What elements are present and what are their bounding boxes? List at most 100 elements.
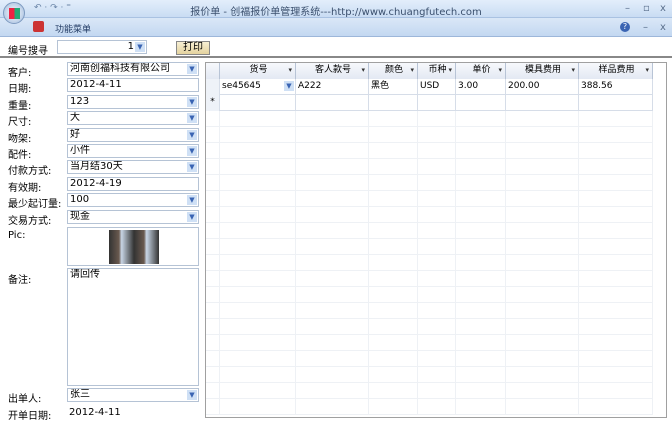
close-button[interactable]: x [660, 3, 666, 14]
empty-cell [506, 367, 579, 383]
empty-cell [579, 399, 653, 415]
table-cell[interactable]: se45645 ▼ [220, 79, 296, 95]
table-cell[interactable]: USD [418, 79, 456, 95]
sort-arrow-icon[interactable]: ▾ [498, 63, 502, 78]
column-title: 客人款号 [314, 65, 351, 75]
form-label: 有效期: [8, 182, 42, 194]
table-cell[interactable]: 388.56 [579, 79, 653, 95]
column-header[interactable]: 货号 ▾ [220, 63, 296, 79]
column-header[interactable]: 颜色 ▾ [369, 63, 418, 79]
help-icon[interactable]: ? [620, 22, 630, 32]
chevron-down-icon[interactable]: ▼ [187, 129, 197, 140]
row-selector[interactable] [206, 79, 220, 95]
notes-field[interactable]: 请回传 [67, 268, 199, 386]
chevron-down-icon[interactable]: ▼ [187, 390, 197, 400]
doc-minimize-button[interactable]: – [643, 22, 648, 33]
empty-cell [579, 239, 653, 255]
empty-row [206, 383, 653, 399]
sort-arrow-icon[interactable]: ▾ [571, 63, 575, 78]
column-title: 颜色 [384, 65, 403, 75]
empty-cell [206, 111, 220, 127]
empty-cell [456, 367, 506, 383]
sort-arrow-icon[interactable]: ▾ [361, 63, 365, 78]
empty-cell [418, 287, 456, 303]
empty-cell [456, 111, 506, 127]
table-cell[interactable] [456, 95, 506, 111]
empty-cell [369, 255, 418, 271]
empty-cell [220, 335, 296, 351]
chevron-down-icon[interactable]: ▼ [187, 96, 197, 107]
chevron-down-icon[interactable]: ▼ [187, 64, 197, 74]
print-button[interactable]: 打印 [176, 41, 210, 55]
ribbon: 功能菜单 ? – x [0, 18, 672, 37]
doc-close-button[interactable]: x [660, 22, 666, 33]
open-date-label: 开单日期: [8, 411, 52, 422]
items-datasheet[interactable]: 货号 ▾ 客人款号 ▾ 颜色 ▾ 币种 ▾ 单价 ▾ 模具费用 ▾ 样品费用 ▾ se45645 ▼ A222 黑… [205, 62, 667, 418]
select-all-cell[interactable] [206, 63, 220, 79]
empty-cell [456, 239, 506, 255]
sort-arrow-icon[interactable]: ▾ [448, 63, 452, 78]
sort-arrow-icon[interactable]: ▾ [645, 63, 649, 78]
empty-cell [220, 191, 296, 207]
empty-cell [418, 319, 456, 335]
empty-cell [220, 255, 296, 271]
column-header[interactable]: 币种 ▾ [418, 63, 456, 79]
new-row[interactable]: * [206, 95, 653, 111]
form-field[interactable]: 现金 ▼ [67, 209, 199, 224]
chevron-down-icon[interactable]: ▼ [187, 162, 197, 173]
search-select[interactable]: 1 ▼ [57, 40, 147, 54]
table-cell[interactable] [296, 95, 369, 111]
form-field[interactable]: 当月结30天 ▼ [67, 160, 199, 175]
empty-cell [369, 143, 418, 159]
empty-cell [206, 287, 220, 303]
table-row[interactable]: se45645 ▼ A222 黑色 USD 3.00 200.00 388.56 [206, 79, 653, 95]
column-header[interactable]: 模具费用 ▾ [506, 63, 579, 79]
table-cell[interactable] [418, 95, 456, 111]
maximize-button[interactable]: ▫ [643, 3, 650, 14]
chevron-down-icon[interactable]: ▼ [187, 211, 197, 222]
form-field[interactable]: 河南创福科技有限公司 ▼ [67, 62, 199, 76]
chevron-down-icon[interactable]: ▼ [187, 113, 197, 124]
empty-cell [579, 271, 653, 287]
search-toolbar: 编号搜寻 1 ▼ [0, 38, 672, 58]
column-header[interactable]: 样品费用 ▾ [579, 63, 653, 79]
form-field[interactable]: 小件 ▼ [67, 144, 199, 158]
form-field[interactable]: 2012-4-19 [67, 176, 199, 191]
empty-cell [456, 255, 506, 271]
empty-cell [296, 367, 369, 383]
pic-box[interactable] [67, 227, 199, 266]
form-field[interactable]: 好 ▼ [67, 127, 199, 142]
table-cell[interactable] [579, 95, 653, 111]
empty-cell [369, 287, 418, 303]
sort-arrow-icon[interactable]: ▾ [288, 63, 292, 78]
form-field[interactable]: 2012-4-11 [67, 78, 199, 93]
chevron-down-icon[interactable]: ▼ [187, 195, 197, 206]
sort-arrow-icon[interactable]: ▾ [410, 63, 414, 78]
minimize-button[interactable]: – [625, 3, 630, 14]
table-cell[interactable] [506, 95, 579, 111]
table-cell[interactable]: 3.00 [456, 79, 506, 95]
chevron-down-icon[interactable]: ▼ [187, 146, 197, 156]
table-cell[interactable] [369, 95, 418, 111]
table-cell[interactable] [220, 95, 296, 111]
empty-cell [456, 127, 506, 143]
table-cell[interactable]: 黑色 [369, 79, 418, 95]
empty-cell [579, 111, 653, 127]
form-field[interactable]: 123 ▼ [67, 94, 199, 109]
function-menu[interactable]: 功能菜单 [55, 22, 91, 35]
column-header[interactable]: 单价 ▾ [456, 63, 506, 79]
table-cell[interactable]: A222 [296, 79, 369, 95]
table-cell[interactable]: 200.00 [506, 79, 579, 95]
office-button[interactable] [3, 2, 25, 24]
cell-value: 黑色 [371, 81, 390, 91]
column-header[interactable]: 客人款号 ▾ [296, 63, 369, 79]
empty-cell [296, 159, 369, 175]
empty-cell [220, 111, 296, 127]
form-field[interactable]: 大 ▼ [67, 111, 199, 126]
empty-cell [220, 319, 296, 335]
empty-cell [579, 159, 653, 175]
chevron-down-icon[interactable]: ▼ [135, 42, 145, 52]
issuer-select[interactable]: 张三 ▼ [67, 388, 199, 402]
chevron-down-icon[interactable]: ▼ [284, 81, 294, 91]
form-field[interactable]: 100 ▼ [67, 193, 199, 208]
